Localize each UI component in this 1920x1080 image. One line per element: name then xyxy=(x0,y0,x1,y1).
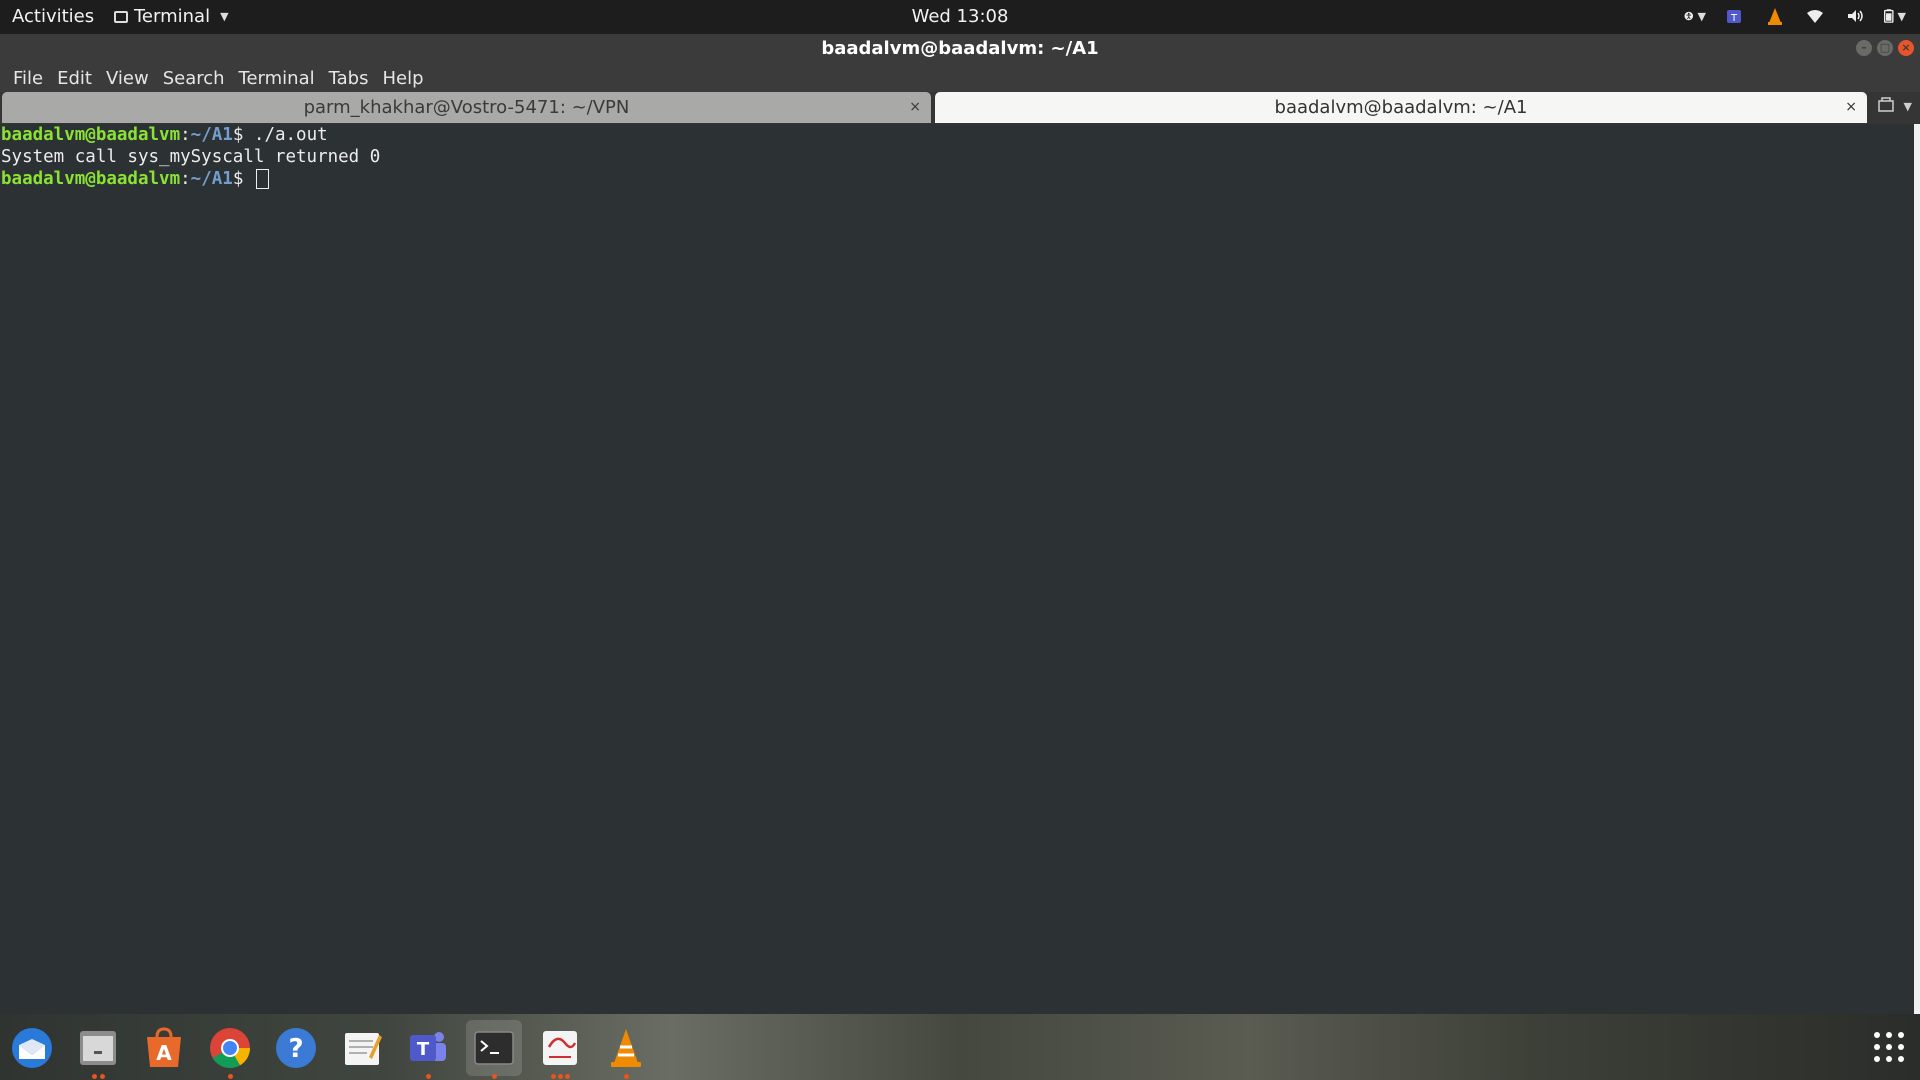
dock: A ? T xyxy=(0,1014,1920,1080)
text-cursor xyxy=(255,169,269,189)
close-icon[interactable]: × xyxy=(909,92,921,123)
teams-icon[interactable]: T xyxy=(400,1020,456,1079)
prompt-sep: : xyxy=(180,125,191,145)
tab-bar: parm_khakhar@Vostro-5471: ~/VPN × baadal… xyxy=(0,92,1920,124)
terminal-line: baadalvm@baadalvm:~/A1$ xyxy=(1,168,1914,190)
prompt-user: baadalvm@baadalvm xyxy=(1,125,181,145)
terminal-output[interactable]: baadalvm@baadalvm:~/A1$ ./a.out System c… xyxy=(0,124,1914,1014)
prompt-path: ~/A1 xyxy=(190,169,233,189)
terminal-line: baadalvm@baadalvm:~/A1$ ./a.out xyxy=(1,124,1914,146)
new-tab-controls: ▼ xyxy=(1877,96,1912,116)
prompt-sep: : xyxy=(180,169,191,189)
close-button[interactable]: × xyxy=(1898,40,1914,56)
close-icon[interactable]: × xyxy=(1845,92,1857,123)
software-center-icon[interactable]: A xyxy=(136,1020,192,1076)
menu-file[interactable]: File xyxy=(6,65,50,92)
menu-tabs[interactable]: Tabs xyxy=(322,65,376,92)
window-controls: – □ × xyxy=(1856,40,1914,56)
prompt-symbol: $ xyxy=(232,169,254,189)
menu-edit[interactable]: Edit xyxy=(50,65,99,92)
volume-icon[interactable] xyxy=(1844,5,1866,27)
maximize-button[interactable]: □ xyxy=(1877,40,1893,56)
chevron-down-icon: ▼ xyxy=(1697,9,1706,23)
prompt-user: baadalvm@baadalvm xyxy=(1,169,181,189)
document-viewer-icon[interactable] xyxy=(532,1020,588,1079)
svg-text:A: A xyxy=(156,1041,172,1065)
prompt-path: ~/A1 xyxy=(190,125,233,145)
wifi-icon[interactable] xyxy=(1804,5,1826,27)
chevron-down-icon[interactable]: ▼ xyxy=(1904,100,1912,113)
chrome-icon[interactable] xyxy=(202,1020,258,1079)
teams-icon[interactable]: T xyxy=(1724,5,1746,27)
tab-vpn[interactable]: parm_khakhar@Vostro-5471: ~/VPN × xyxy=(2,92,931,123)
files-icon[interactable] xyxy=(70,1020,126,1079)
new-tab-icon[interactable] xyxy=(1877,96,1894,116)
svg-text:?: ? xyxy=(288,1034,303,1064)
prompt-symbol: $ xyxy=(232,125,254,145)
menu-terminal[interactable]: Terminal xyxy=(232,65,322,92)
menu-view[interactable]: View xyxy=(99,65,156,92)
tab-label: parm_khakhar@Vostro-5471: ~/VPN xyxy=(303,97,630,118)
battery-icon[interactable]: ▼ xyxy=(1884,5,1906,27)
minimize-button[interactable]: – xyxy=(1856,40,1872,56)
command-text: ./a.out xyxy=(253,125,328,145)
output-text: System call sys_mySyscall returned 0 xyxy=(1,147,381,167)
apps-grid-icon[interactable] xyxy=(1874,1032,1904,1062)
menu-help[interactable]: Help xyxy=(375,65,430,92)
svg-text:T: T xyxy=(417,1039,430,1060)
menu-search[interactable]: Search xyxy=(156,65,232,92)
text-editor-icon[interactable] xyxy=(334,1020,390,1076)
top-panel: Activities Terminal ▼ Wed 13:08 ▼ T ▼ xyxy=(0,0,1920,34)
scrollbar[interactable] xyxy=(1914,124,1920,1014)
chevron-down-icon: ▼ xyxy=(1897,9,1906,23)
vlc-icon[interactable] xyxy=(598,1020,654,1079)
window-title: baadalvm@baadalvm: ~/A1 xyxy=(821,38,1099,59)
menu-bar: File Edit View Search Terminal Tabs Help xyxy=(0,65,1920,92)
tab-a1[interactable]: baadalvm@baadalvm: ~/A1 × xyxy=(935,92,1867,123)
clock[interactable]: Wed 13:08 xyxy=(0,6,1920,27)
svg-text:T: T xyxy=(1730,13,1738,24)
help-icon[interactable]: ? xyxy=(268,1020,324,1076)
terminal-line: System call sys_mySyscall returned 0 xyxy=(1,146,1914,168)
terminal-icon[interactable] xyxy=(466,1020,522,1079)
vlc-icon[interactable] xyxy=(1764,5,1786,27)
tab-label: baadalvm@baadalvm: ~/A1 xyxy=(1274,97,1528,118)
accessibility-icon[interactable]: ▼ xyxy=(1684,5,1706,27)
thunderbird-icon[interactable] xyxy=(4,1020,60,1076)
system-tray: ▼ T ▼ xyxy=(1684,5,1906,27)
window-titlebar[interactable]: baadalvm@baadalvm: ~/A1 – □ × xyxy=(0,34,1920,65)
